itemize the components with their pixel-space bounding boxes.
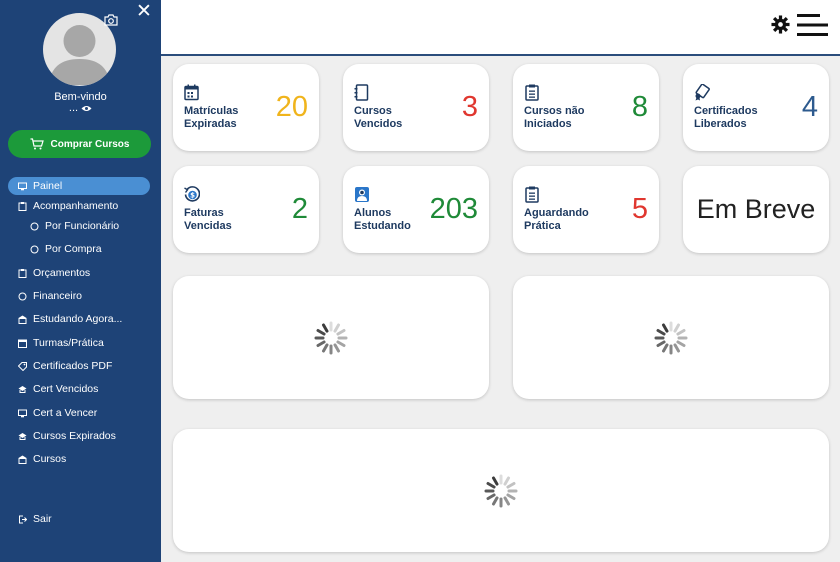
svg-text:$: $	[190, 192, 195, 200]
chart-panel-left	[173, 276, 489, 399]
dollar-clock-icon: $	[184, 186, 200, 202]
buy-courses-label: Comprar Cursos	[50, 138, 130, 150]
sidebar-item-label: Cursos	[33, 453, 67, 465]
chart-panel-bottom	[173, 429, 829, 552]
card-alunos-estudando[interactable]: Alunos Estudando 203	[343, 166, 489, 253]
cap-icon	[18, 385, 27, 393]
sidebar-item-label: Estudando Agora...	[33, 313, 123, 325]
diploma-icon	[695, 84, 710, 101]
sidebar-item-orcamentos[interactable]: Orçamentos	[8, 264, 150, 282]
sidebar: ✕ Bem-vindo ... Comprar Cursos Painel Ac…	[0, 0, 161, 562]
card-value: 203	[429, 193, 478, 225]
notebook-icon	[354, 84, 369, 101]
buy-courses-button[interactable]: Comprar Cursos	[8, 130, 151, 158]
card-label: Matrículas Expiradas	[184, 105, 239, 130]
clipboard-icon	[18, 268, 27, 278]
em-breve-text: Em Breve	[696, 194, 816, 224]
card-em-breve: Em Breve	[683, 166, 829, 253]
card-faturas-vencidas[interactable]: $ Faturas Vencidas 2	[173, 166, 319, 253]
sidebar-item-por-compra[interactable]: Por Compra	[8, 240, 150, 258]
sidebar-item-por-funcionario[interactable]: Por Funcionário	[8, 217, 150, 235]
card-value: 5	[631, 193, 648, 225]
sidebar-item-cursos[interactable]: Cursos	[8, 450, 150, 468]
cart-icon	[30, 138, 44, 150]
circle-icon	[18, 292, 27, 300]
sidebar-item-cert-vencidos[interactable]: Cert Vencidos	[8, 380, 150, 398]
loading-spinner-icon	[654, 321, 688, 355]
camera-icon[interactable]	[104, 14, 118, 26]
chart-panel-right	[513, 276, 829, 399]
sidebar-item-label: Orçamentos	[33, 267, 91, 279]
card-value: 4	[801, 91, 818, 123]
cap-icon	[18, 432, 27, 440]
card-certificados-liberados[interactable]: Certificados Liberados 4	[683, 64, 829, 151]
top-header	[161, 0, 840, 56]
sidebar-item-estudando-agora[interactable]: Estudando Agora...	[8, 310, 150, 328]
sidebar-item-cert-a-vencer[interactable]: Cert a Vencer	[8, 404, 150, 422]
card-label: Cursos Vencidos	[354, 105, 403, 130]
building-icon	[18, 315, 27, 324]
loading-spinner-icon	[484, 474, 518, 508]
clipboard-icon	[18, 201, 27, 211]
card-aguardando-pratica[interactable]: Aguardando Prática 5	[513, 166, 659, 253]
building-icon	[18, 455, 27, 464]
menu-icon[interactable]	[797, 14, 828, 36]
sidebar-item-label: Financeiro	[33, 290, 83, 302]
sidebar-item-label: Cert Vencidos	[33, 383, 99, 395]
card-cursos-nao-iniciados[interactable]: Cursos não Iniciados 8	[513, 64, 659, 151]
calendar-icon	[184, 84, 199, 101]
welcome-user: ...	[0, 102, 161, 114]
card-value: 20	[275, 91, 308, 123]
sidebar-item-label: Turmas/Prática	[33, 337, 104, 349]
student-icon	[355, 187, 369, 202]
sidebar-item-acompanhamento[interactable]: Acompanhamento	[8, 197, 150, 215]
sidebar-item-turmas-pratica[interactable]: Turmas/Prática	[8, 334, 150, 352]
gear-icon[interactable]	[771, 15, 790, 34]
monitor-icon	[18, 182, 27, 190]
card-label: Aguardando Prática	[524, 207, 589, 232]
sidebar-item-certificados-pdf[interactable]: Certificados PDF	[8, 357, 150, 375]
card-cursos-vencidos[interactable]: Cursos Vencidos 3	[343, 64, 489, 151]
tag-icon	[18, 361, 27, 371]
sidebar-item-label: Certificados PDF	[33, 360, 113, 372]
sidebar-item-label: Sair	[33, 513, 52, 525]
sidebar-item-label: Acompanhamento	[33, 200, 119, 212]
card-value: 2	[291, 193, 308, 225]
welcome-username: ...	[68, 102, 79, 114]
sidebar-item-painel[interactable]: Painel	[8, 177, 150, 195]
sidebar-item-label: Por Compra	[45, 243, 102, 255]
sidebar-item-label: Cert a Vencer	[33, 407, 98, 419]
card-matriculas-expiradas[interactable]: Matrículas Expiradas 20	[173, 64, 319, 151]
card-value: 8	[631, 91, 648, 123]
sidebar-item-label: Cursos Expirados	[33, 430, 116, 442]
sidebar-item-label: Painel	[33, 180, 63, 192]
card-value: 3	[461, 91, 478, 123]
close-icon[interactable]: ✕	[136, 2, 152, 21]
sidebar-item-financeiro[interactable]: Financeiro	[8, 287, 150, 305]
monitor-icon	[18, 409, 27, 417]
card-label: Cursos não Iniciados	[524, 105, 585, 130]
sidebar-item-label: Por Funcionário	[45, 220, 120, 232]
sidebar-item-sair[interactable]: Sair	[8, 510, 150, 528]
circle-icon	[30, 222, 39, 230]
card-label: Certificados Liberados	[694, 105, 758, 130]
exit-icon	[19, 515, 27, 523]
eye-icon[interactable]	[81, 105, 92, 112]
clipboard-list-icon	[525, 84, 539, 101]
card-label: Faturas Vencidas	[184, 207, 232, 232]
circle-icon	[30, 245, 39, 253]
clipboard-list-icon	[525, 186, 539, 203]
calendar-icon	[18, 339, 27, 348]
loading-spinner-icon	[314, 321, 348, 355]
sidebar-item-cursos-expirados[interactable]: Cursos Expirados	[8, 427, 150, 445]
